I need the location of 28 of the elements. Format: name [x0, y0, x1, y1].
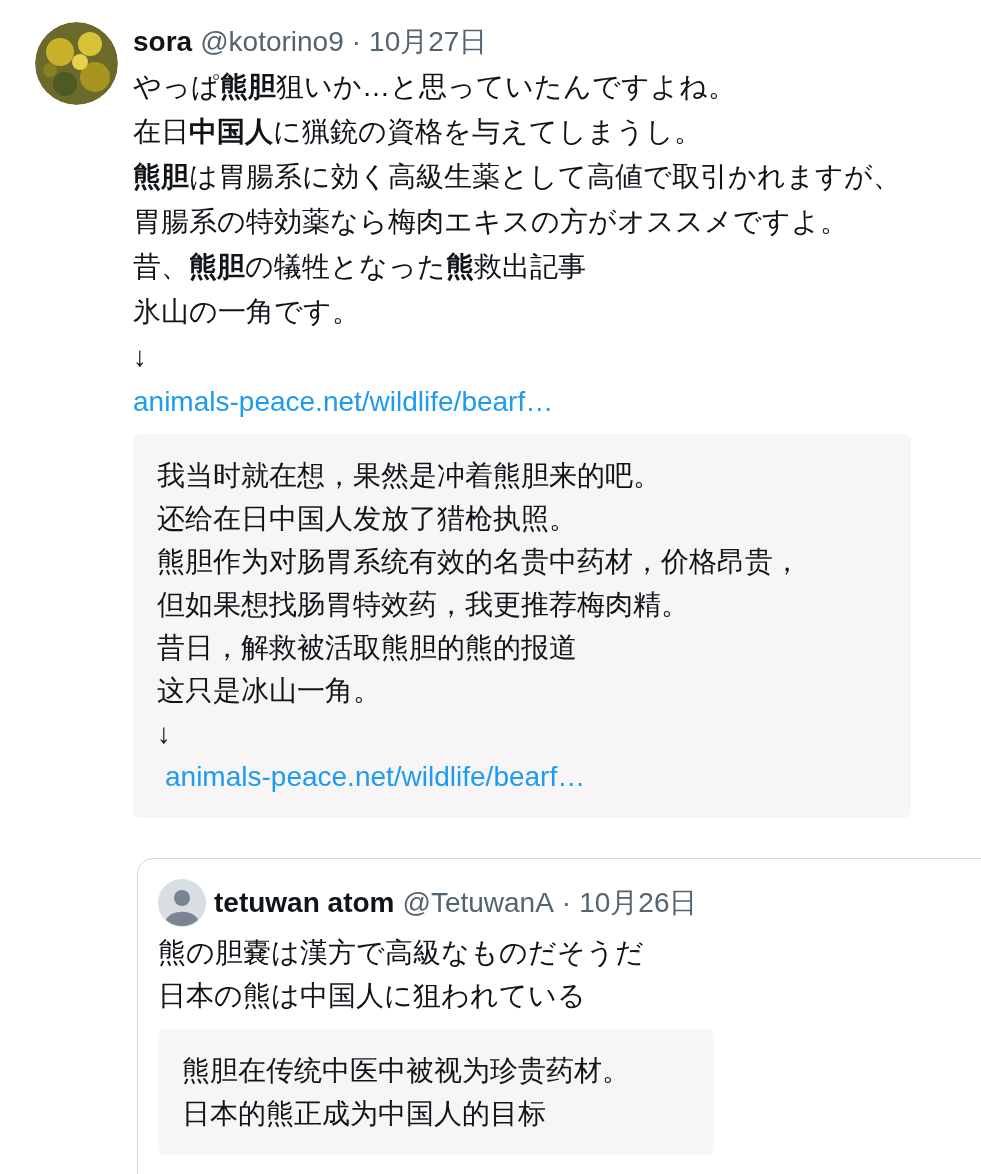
separator: · — [561, 886, 572, 920]
post-text: やっぱ熊胆狙いか…と思っていたんですよね。 — [133, 70, 737, 104]
translated-text: 昔日，解救被活取熊胆的熊的报道 — [157, 631, 578, 665]
post-date[interactable]: 10月27日 — [369, 22, 488, 62]
translated-text: 但如果想找肠胃特效药，我更推荐梅肉精。 — [157, 588, 690, 622]
post-text: 在日中国人に猟銃の資格を与えてしまうし。 — [133, 115, 703, 149]
post-text: 日本の熊は中国人に狙われている — [158, 979, 587, 1013]
translated-text: 日本的熊正成为中国人的目标 — [182, 1097, 547, 1131]
translated-text: 熊胆作为对肠胃系统有效的名贵中药材，价格昂贵， — [157, 545, 802, 579]
post-text: 氷山の一角です。 — [133, 295, 361, 329]
translated-text: 熊胆在传统中医中被视为珍贵药材。 — [182, 1054, 631, 1088]
quoted-post-card[interactable]: tetuwan atom @TetuwanA · 10月26日 熊の胆嚢は漢方で高級なものだそうだ 日本の熊は中国人に狙われている 熊胆在传统中医中被视为珍贵药材。 日本的熊正成为中国人的目标 — [137, 858, 981, 1174]
post-text: 胃腸系の特効薬なら梅肉エキスの方がオススメですよ。 — [133, 205, 849, 239]
translated-text: 这只是冰山一角。 — [157, 674, 382, 708]
author-handle[interactable]: @kotorino9 — [200, 22, 344, 62]
author-name[interactable]: tetuwan atom — [214, 883, 395, 923]
translated-text: 还给在日中国人发放了猎枪执照。 — [157, 502, 578, 536]
translated-text: ↓ — [157, 717, 172, 751]
avatar — [158, 879, 206, 927]
translated-text: 我当时就在想，果然是冲着熊胆来的吧。 — [157, 459, 662, 493]
post-text: 昔、熊胆の犠牲となった熊救出記事 — [133, 250, 587, 284]
author-name[interactable]: sora — [133, 22, 193, 62]
post-text: ↓ — [133, 340, 148, 374]
separator: · — [351, 25, 362, 59]
post-text: 熊の胆嚢は漢方で高級なものだそうだ — [158, 936, 645, 970]
post-date[interactable]: 10月26日 — [579, 883, 698, 923]
author-handle[interactable]: @TetuwanA — [402, 883, 554, 923]
post-text: 熊胆は胃腸系に効く高級生薬として高値で取引かれますが、 — [133, 160, 902, 194]
